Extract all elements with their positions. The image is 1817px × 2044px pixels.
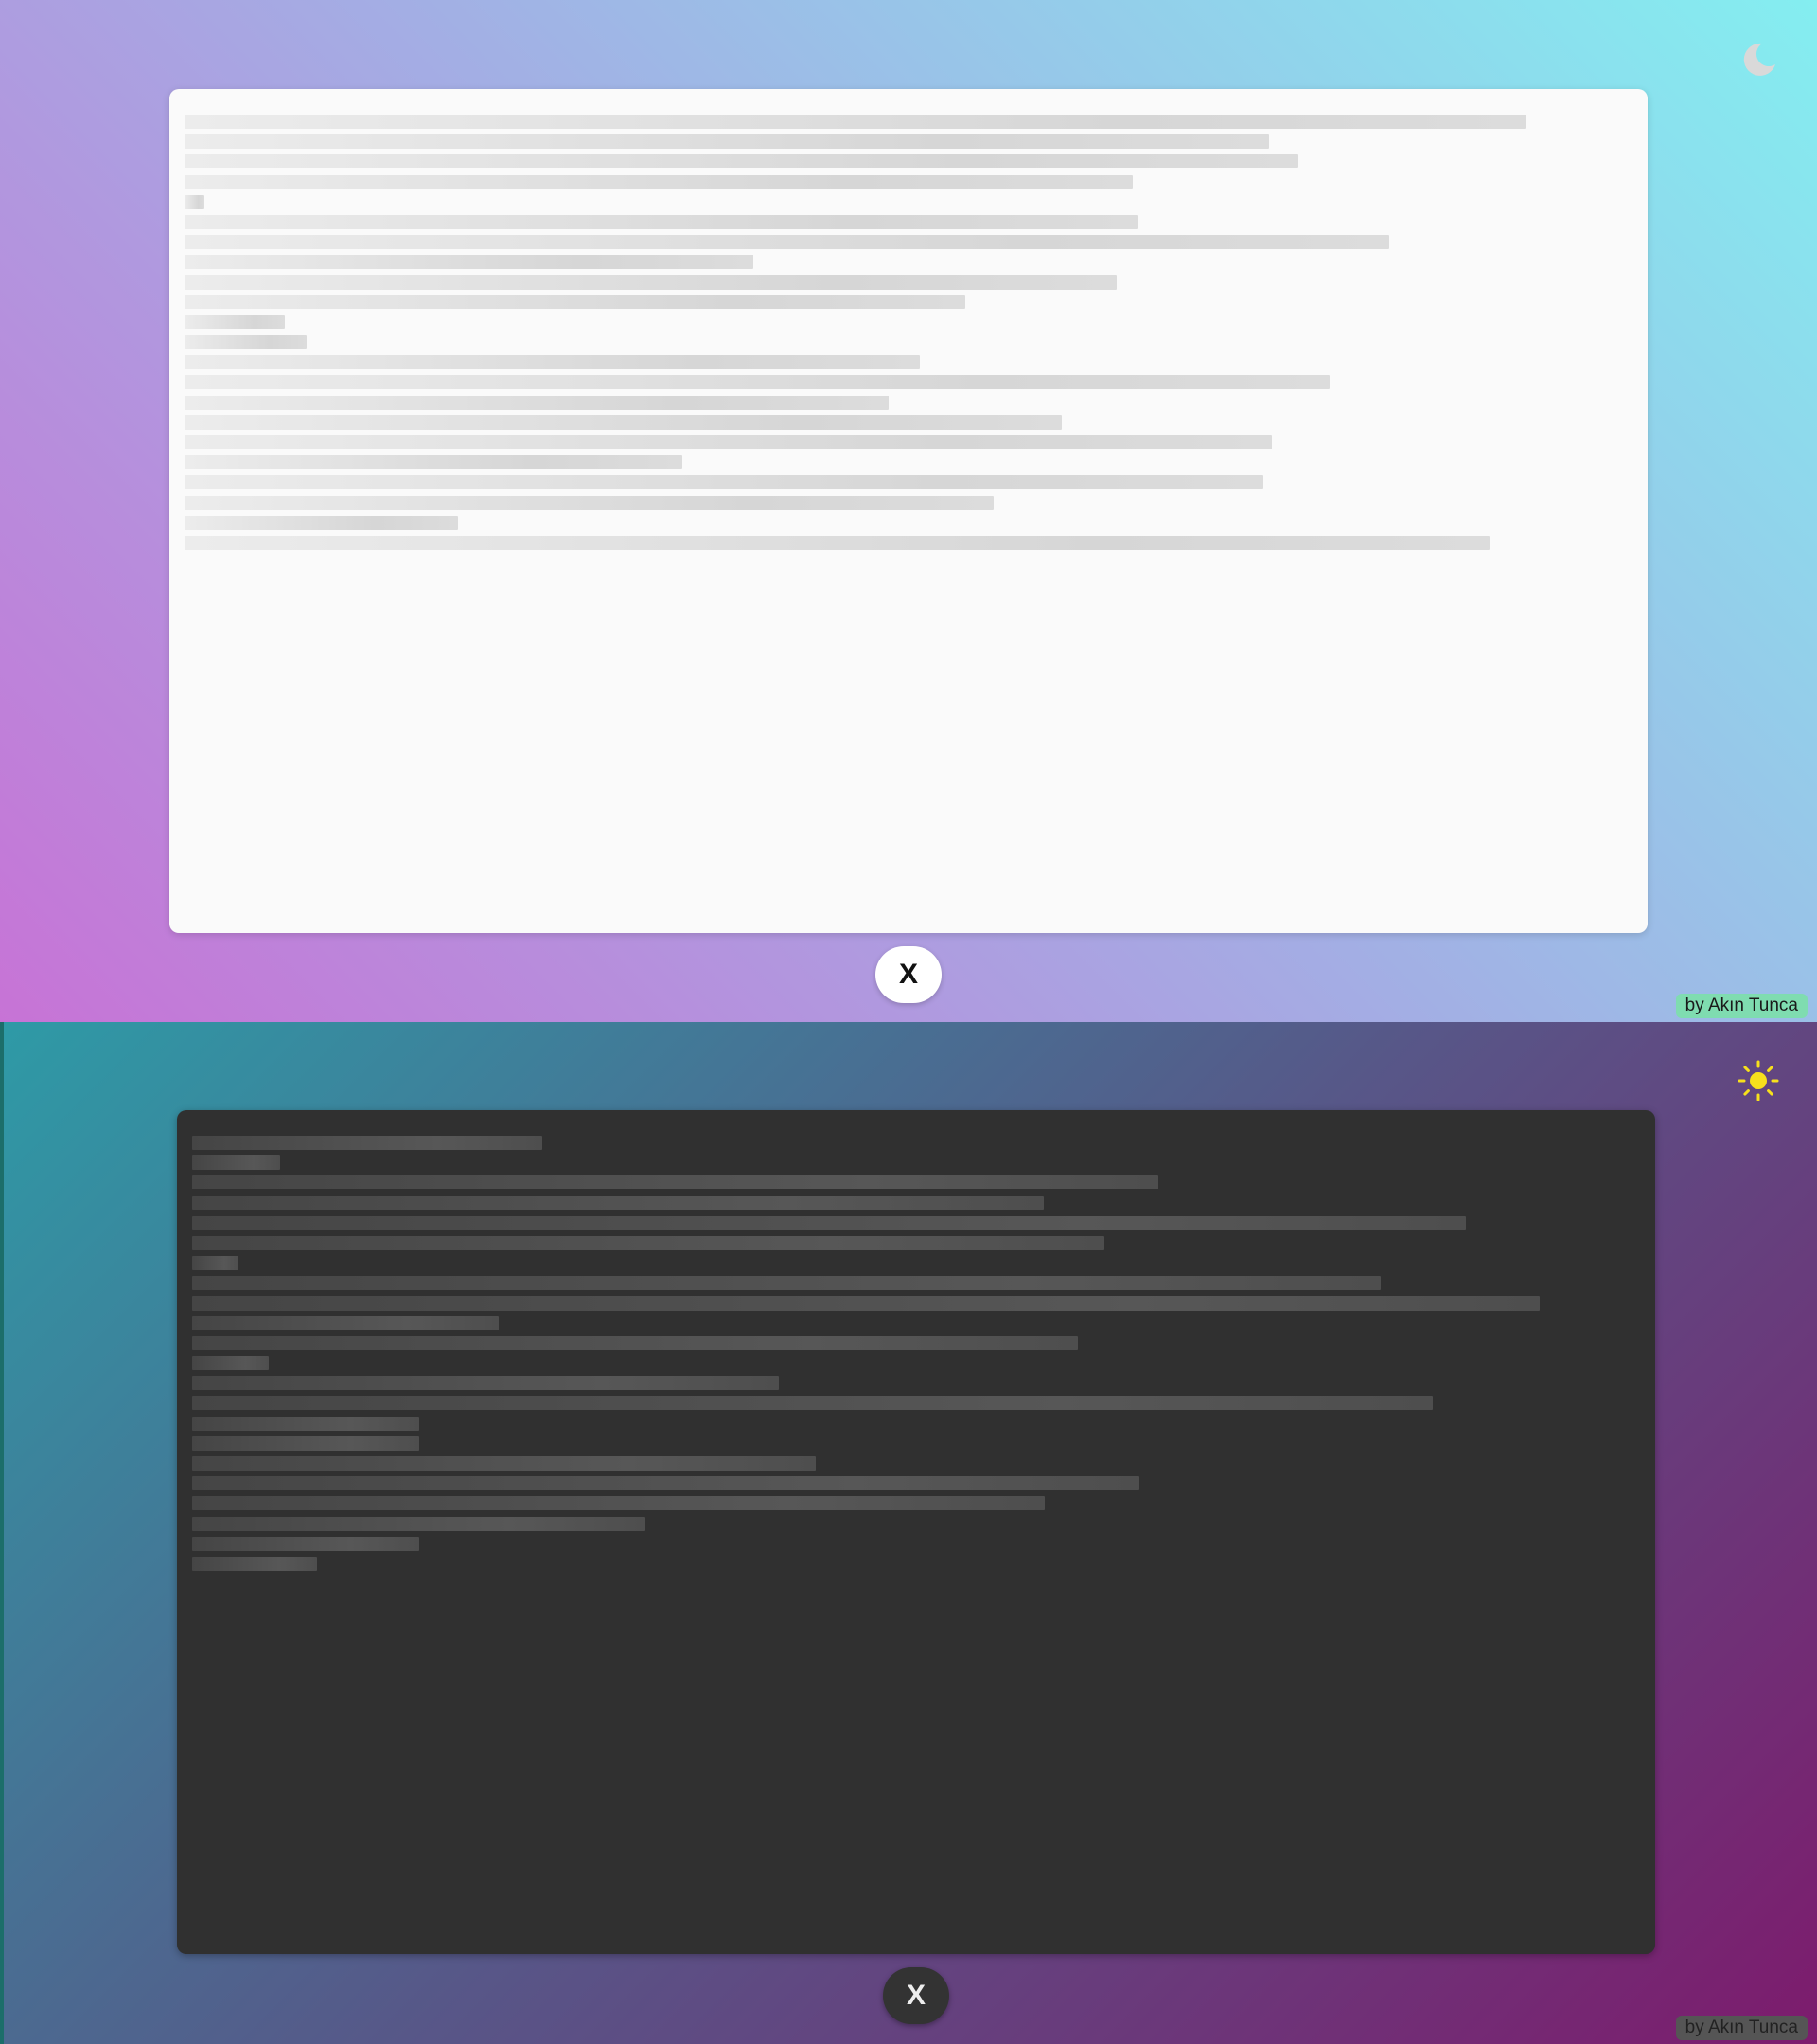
skeleton-line xyxy=(185,294,965,309)
skeleton-line xyxy=(185,154,1298,169)
skeleton-line xyxy=(185,115,1526,129)
skeleton-line xyxy=(185,395,889,410)
skeleton-line xyxy=(185,455,683,470)
skeleton-line xyxy=(185,495,995,510)
skeleton-line xyxy=(192,1335,1079,1350)
skeleton-line xyxy=(185,335,307,350)
skeleton-line xyxy=(192,1536,420,1551)
skeleton-line xyxy=(192,1496,1046,1511)
sun-icon xyxy=(1738,1060,1779,1101)
author-credit: by Akın Tunca xyxy=(1675,994,1808,1018)
skeleton-line xyxy=(192,1356,270,1371)
dark-theme-panel: X by Akın Tunca xyxy=(0,1022,1817,2044)
skeleton-line xyxy=(192,1436,420,1451)
dark-mode-toggle[interactable] xyxy=(1738,38,1779,79)
skeleton-line xyxy=(185,235,1389,250)
skeleton-line xyxy=(192,1276,1382,1291)
skeleton-line xyxy=(192,1516,645,1531)
skeleton-line xyxy=(192,1556,317,1571)
skeleton-line xyxy=(185,355,921,370)
skeleton-line xyxy=(192,1416,420,1431)
skeleton-line xyxy=(185,375,1331,390)
skeleton-line xyxy=(192,1175,1158,1190)
skeleton-line xyxy=(192,1315,500,1330)
moon-icon xyxy=(1743,43,1775,76)
skeleton-line xyxy=(185,535,1490,550)
skeleton-line xyxy=(192,1215,1467,1230)
skeleton-line xyxy=(192,1136,543,1150)
skeleton-line xyxy=(185,134,1269,150)
skeleton-line xyxy=(185,435,1273,449)
skeleton-line xyxy=(192,1456,817,1471)
skeleton-loader xyxy=(185,115,1632,550)
content-card xyxy=(169,89,1648,933)
skeleton-line xyxy=(192,1256,238,1271)
skeleton-line xyxy=(185,274,1118,290)
skeleton-line xyxy=(185,214,1138,229)
skeleton-line xyxy=(192,1155,281,1171)
skeleton-line xyxy=(192,1235,1104,1250)
skeleton-line xyxy=(185,255,754,270)
skeleton-line xyxy=(185,194,205,209)
skeleton-line xyxy=(185,414,1063,430)
skeleton-line xyxy=(185,314,285,329)
content-card xyxy=(177,1110,1655,1954)
author-credit: by Akın Tunca xyxy=(1675,2016,1808,2040)
skeleton-loader xyxy=(192,1136,1640,1571)
close-button[interactable]: X xyxy=(875,946,942,1003)
skeleton-line xyxy=(192,1396,1434,1411)
skeleton-line xyxy=(192,1376,779,1391)
skeleton-line xyxy=(185,515,459,530)
skeleton-line xyxy=(185,174,1134,189)
skeleton-line xyxy=(192,1195,1044,1210)
light-mode-toggle[interactable] xyxy=(1738,1060,1779,1101)
skeleton-line xyxy=(192,1476,1139,1491)
skeleton-line xyxy=(185,475,1263,490)
close-button[interactable]: X xyxy=(883,1967,949,2024)
skeleton-line xyxy=(192,1295,1541,1311)
light-theme-panel: X by Akın Tunca xyxy=(0,0,1817,1022)
